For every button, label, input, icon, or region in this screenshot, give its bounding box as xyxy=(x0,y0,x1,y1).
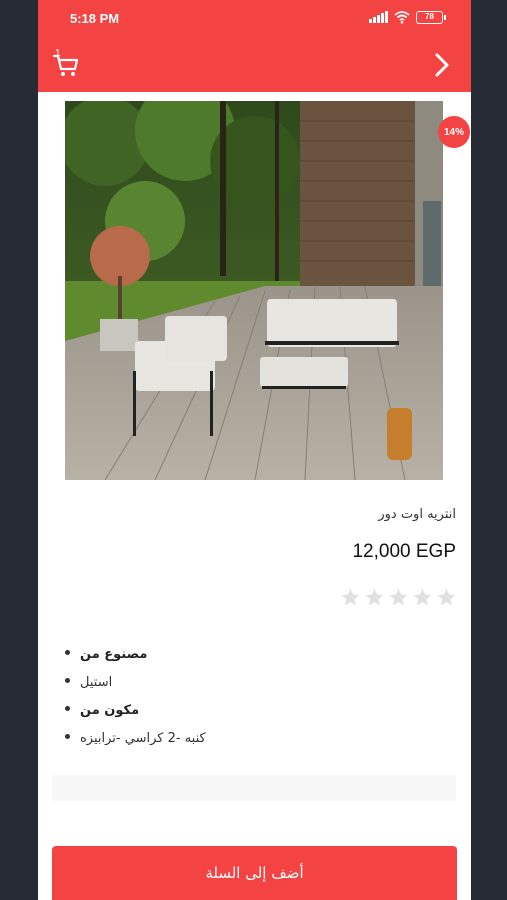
detail-item: مصنوع من xyxy=(38,644,471,672)
detail-text: كنبه -2 كراسي -ترابيزه xyxy=(80,731,206,746)
wifi-icon xyxy=(394,11,410,24)
chevron-right-icon[interactable] xyxy=(431,52,453,78)
app-screen: 5:18 PM 78 1 14% انتريه اوت دور 12,000 E… xyxy=(38,0,471,900)
star-icon[interactable] xyxy=(412,587,433,608)
bullet xyxy=(65,706,70,711)
detail-text: استيل xyxy=(80,675,113,690)
product-image[interactable] xyxy=(65,101,443,480)
detail-text: مصنوع من xyxy=(80,647,148,662)
detail-item: كنبه -2 كراسي -ترابيزه xyxy=(38,728,471,756)
info-strip xyxy=(52,775,456,801)
bullet xyxy=(65,734,70,739)
discount-badge: 14% xyxy=(438,116,470,148)
bullet xyxy=(65,650,70,655)
detail-item: استيل xyxy=(38,672,471,700)
detail-text: مكون من xyxy=(80,703,140,718)
battery-icon: 78 xyxy=(416,10,446,24)
star-icon[interactable] xyxy=(340,587,361,608)
product-name: انتريه اوت دور xyxy=(378,507,456,522)
product-details: مصنوع من استيل مكون من كنبه -2 كراسي -تر… xyxy=(38,644,471,756)
star-icon[interactable] xyxy=(436,587,457,608)
rating-stars[interactable] xyxy=(340,587,457,608)
status-bar: 5:18 PM 78 xyxy=(38,0,471,34)
app-bar: 1 xyxy=(38,34,471,92)
star-icon[interactable] xyxy=(364,587,385,608)
status-time: 5:18 PM xyxy=(70,11,120,26)
status-icons: 78 xyxy=(369,10,446,24)
product-price: 12,000 EGP xyxy=(352,541,456,562)
cart-count-badge: 1 xyxy=(55,48,61,59)
cart-button[interactable]: 1 xyxy=(52,48,80,78)
add-to-cart-button[interactable]: أضف إلى السلة xyxy=(52,846,457,900)
bullet xyxy=(65,678,70,683)
detail-item: مكون من xyxy=(38,700,471,728)
star-icon[interactable] xyxy=(388,587,409,608)
signal-icon xyxy=(369,11,388,23)
